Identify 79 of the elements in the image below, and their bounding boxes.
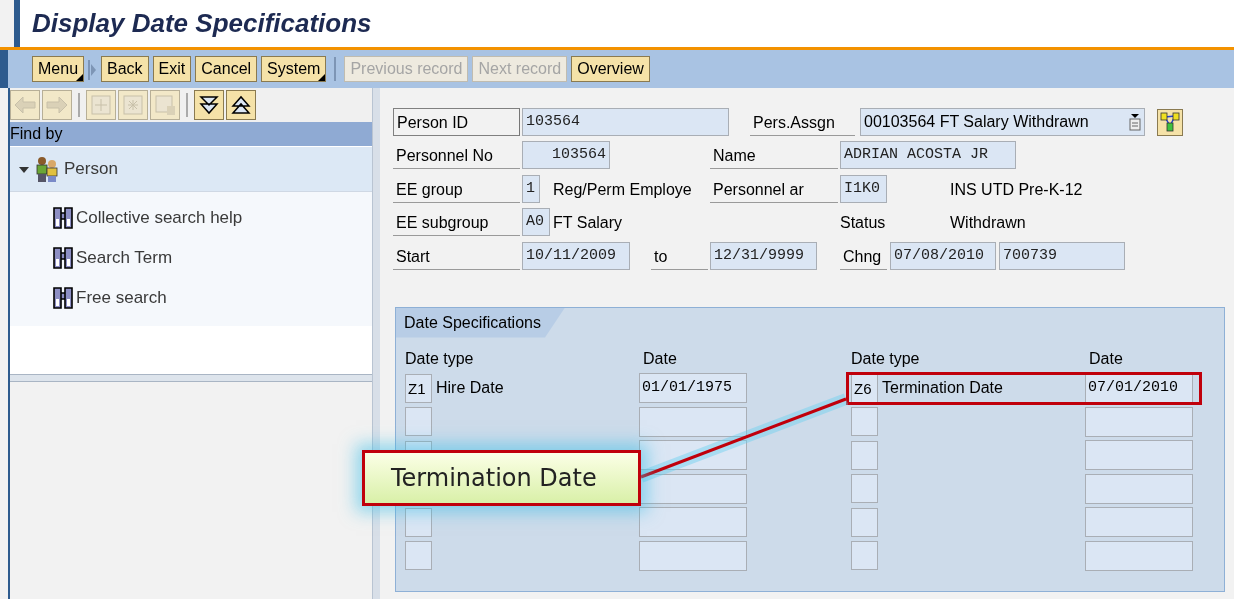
input-field[interactable]: I1K0	[840, 174, 887, 203]
group-title: Date Specifications	[396, 307, 565, 338]
input-field[interactable]: 700739	[999, 241, 1125, 270]
input-field[interactable]: 01/01/1975	[639, 373, 747, 404]
toolbar-button[interactable]: Back	[101, 56, 149, 82]
input-field[interactable]	[639, 540, 747, 571]
input-field[interactable]	[639, 406, 747, 437]
panel-header: Find by	[10, 122, 372, 146]
field-text: Status	[840, 213, 887, 233]
toolbar-button[interactable]: Overview	[571, 56, 650, 82]
input-field[interactable]	[1085, 507, 1193, 538]
collapse-down-icon[interactable]	[194, 90, 224, 120]
field-label: Personnel ar	[710, 174, 838, 203]
input-field[interactable]: 103564	[522, 141, 610, 169]
input-field[interactable]: 10/11/2009	[522, 241, 630, 270]
dropdown-field[interactable]: 00103564 FT Salary Withdrawn	[860, 107, 1145, 136]
field-text: FT Salary	[553, 213, 624, 233]
input-field[interactable]: 103564	[522, 107, 729, 136]
expand-up-icon[interactable]	[226, 90, 256, 120]
people-icon	[34, 155, 60, 183]
input-field[interactable]: ADRIAN ACOSTA JR	[840, 141, 1016, 169]
grid-add-icon[interactable]	[86, 90, 116, 120]
input-field[interactable]	[851, 507, 878, 537]
input-field[interactable]: A0	[522, 208, 550, 236]
field-text: Reg/Perm Employe	[553, 179, 693, 200]
field-label: Personnel No	[393, 141, 520, 169]
field-label: EE subgroup	[393, 208, 520, 236]
annotation-tooltip: Termination Date	[362, 450, 641, 506]
input-field[interactable]	[405, 407, 432, 437]
splitter-bar[interactable]	[10, 374, 372, 382]
input-field[interactable]	[639, 507, 747, 538]
toolbar-button[interactable]: Exit	[152, 56, 192, 82]
column-header: Date type	[851, 348, 921, 369]
window-title: Display Date Specifications	[32, 7, 372, 40]
input-field[interactable]: 07/01/2010	[1085, 373, 1193, 404]
field-label: EE group	[393, 174, 520, 203]
tree-item[interactable]: Search Term	[52, 238, 372, 278]
input-field[interactable]	[851, 440, 878, 470]
input-field[interactable]	[1085, 540, 1193, 571]
separator-arrow-icon	[88, 58, 98, 80]
column-header: Date type	[405, 348, 475, 369]
input-field[interactable]	[1085, 473, 1193, 504]
field-text: Termination Date	[881, 378, 1004, 399]
input-field[interactable]	[851, 407, 878, 437]
toolbar-button[interactable]: Menu	[32, 56, 85, 82]
input-field[interactable]	[405, 507, 432, 537]
field-text: Withdrawn	[950, 213, 1027, 233]
field-label: Person ID	[393, 107, 520, 136]
field-label: Chng	[840, 241, 887, 270]
tree-item[interactable]: Collective search help	[52, 198, 372, 238]
input-field[interactable]	[405, 541, 432, 571]
toolbar-button[interactable]: System	[261, 56, 327, 82]
hierarchy-icon[interactable]	[1157, 108, 1183, 136]
input-field[interactable]: Z1	[405, 373, 432, 403]
input-field[interactable]: 07/08/2010	[890, 241, 996, 270]
input-field[interactable]: 1	[522, 174, 540, 203]
tree-item[interactable]: Person	[10, 146, 372, 192]
tree-item[interactable]: Free search	[52, 278, 372, 318]
field-label: Name	[710, 141, 838, 169]
input-field[interactable]	[1085, 440, 1193, 471]
field-text: Hire Date	[435, 378, 505, 399]
input-field[interactable]	[639, 473, 747, 504]
field-label: Start	[393, 241, 520, 270]
input-field[interactable]	[851, 474, 878, 504]
field-text: INS UTD Pre-K-12	[950, 179, 1084, 200]
field-label: Pers.Assgn	[750, 107, 855, 136]
input-field[interactable]: Z6	[851, 373, 878, 403]
binoculars-icon	[52, 285, 74, 311]
input-field[interactable]	[1085, 406, 1193, 437]
input-field[interactable]	[639, 440, 747, 471]
column-header: Date	[643, 348, 677, 369]
input-field[interactable]	[851, 541, 878, 571]
binoculars-icon	[52, 245, 74, 271]
binoculars-icon	[52, 205, 74, 231]
grid-trash-icon[interactable]	[150, 90, 180, 120]
column-header: Date	[1089, 348, 1123, 369]
field-label: to	[651, 241, 708, 270]
toolbar-button[interactable]: Cancel	[195, 56, 258, 82]
input-field[interactable]: 12/31/9999	[710, 241, 817, 270]
